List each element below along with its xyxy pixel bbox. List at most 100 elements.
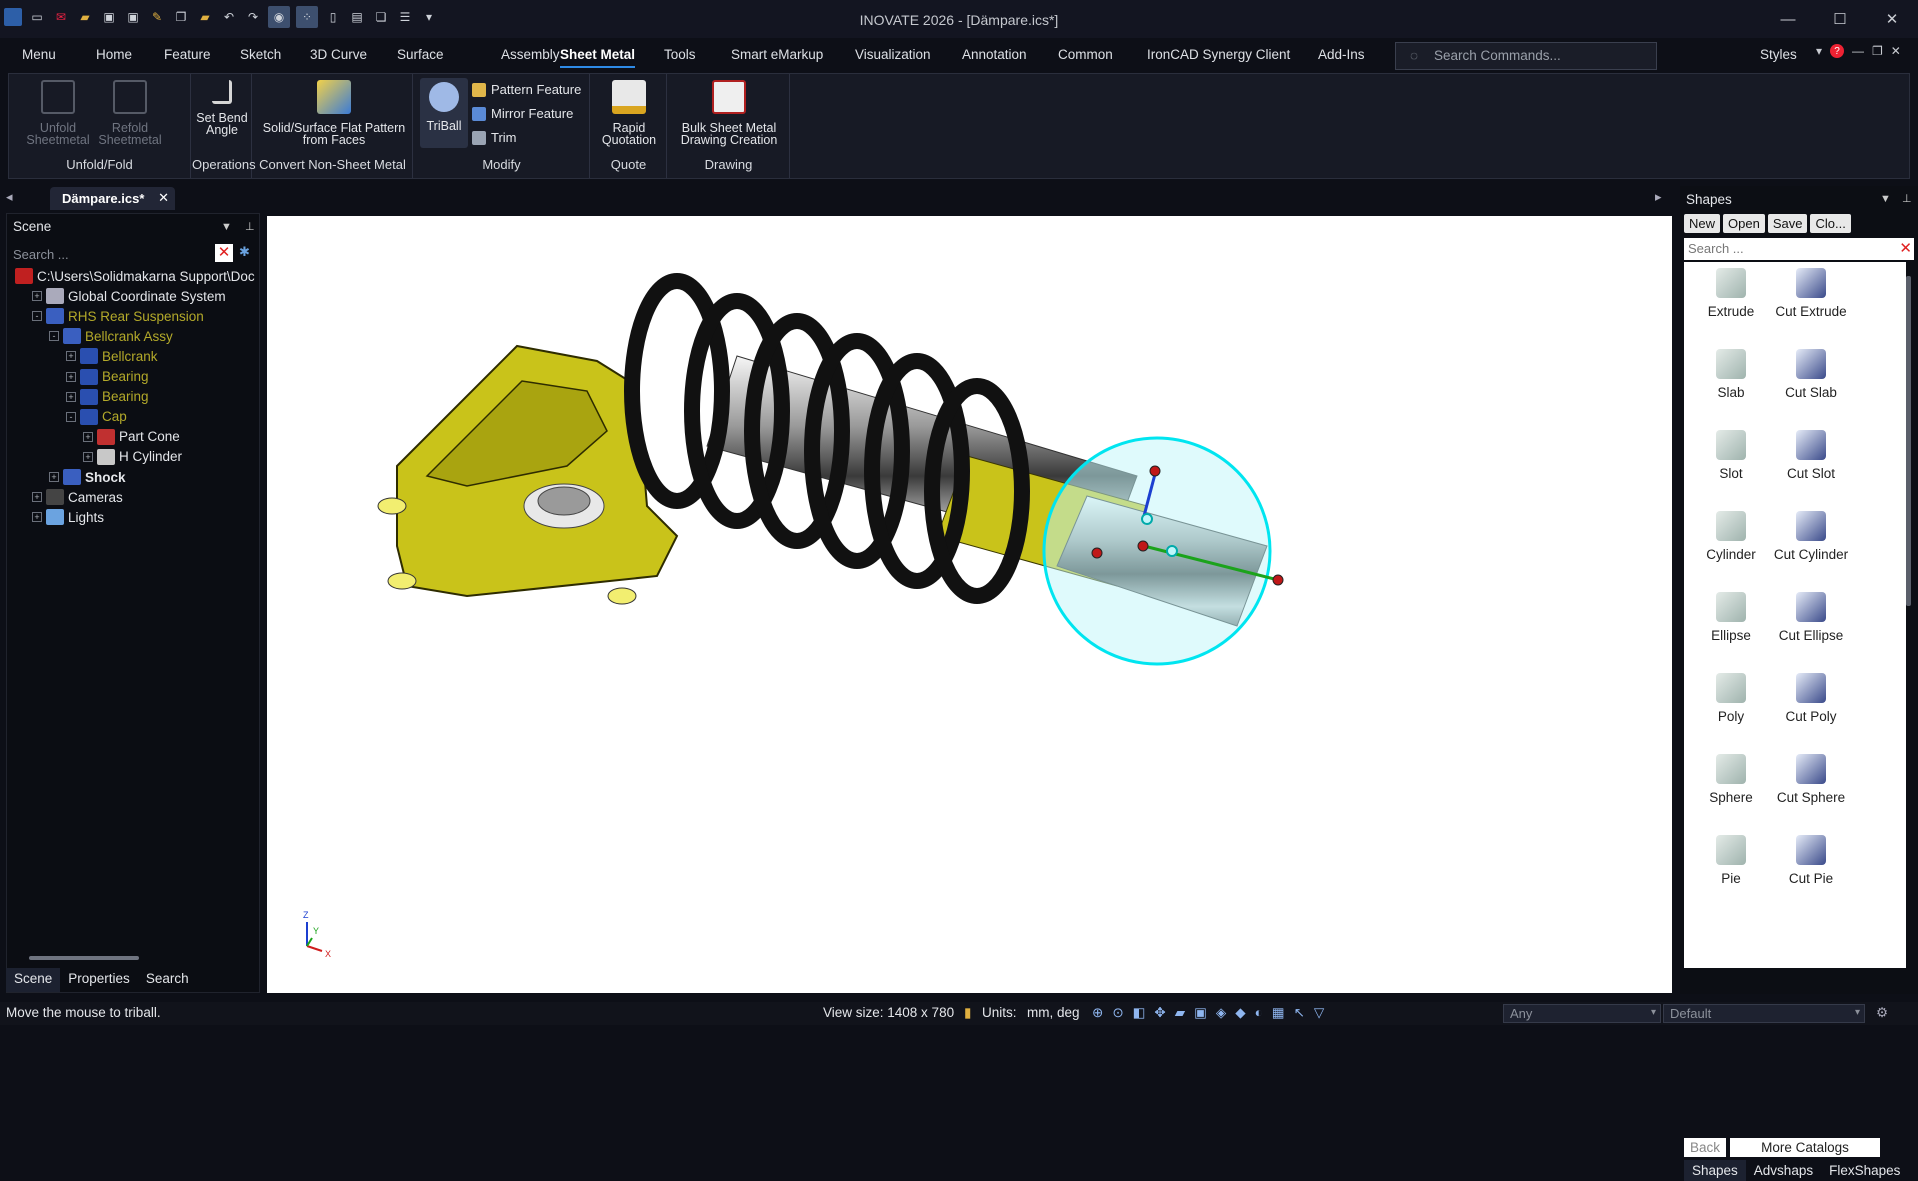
- shapes-search-input[interactable]: Search ... ✕: [1684, 238, 1914, 260]
- undo-icon[interactable]: ↶: [220, 8, 238, 26]
- filter-icon[interactable]: ✱: [239, 244, 250, 260]
- menu-tab-menu[interactable]: Menu: [22, 47, 56, 62]
- collapse-icon[interactable]: -: [49, 331, 59, 342]
- bulk-sheet-metal-drawing-button[interactable]: Bulk Sheet Metal Drawing Creation: [672, 80, 786, 146]
- expand-icon[interactable]: +: [66, 351, 76, 362]
- menu-tab-common[interactable]: Common: [1058, 47, 1113, 62]
- mirror-feature-button[interactable]: Mirror Feature: [472, 106, 573, 121]
- shape-cut-slot[interactable]: Cut Slot: [1766, 430, 1856, 481]
- pan-icon[interactable]: ✥: [1154, 1005, 1165, 1021]
- arrow-select-icon[interactable]: ↖: [1294, 1005, 1305, 1021]
- shape-cut-extrude[interactable]: Cut Extrude: [1766, 268, 1856, 319]
- tree-item[interactable]: - Bellcrank Assy: [49, 326, 173, 346]
- zoom-icon[interactable]: ⊕: [1092, 1005, 1103, 1021]
- status-options-icon[interactable]: ⚙: [1876, 1005, 1888, 1021]
- expand-icon[interactable]: +: [49, 472, 59, 482]
- screen-icon[interactable]: ▤: [348, 8, 366, 26]
- collapse-icon[interactable]: -: [32, 311, 42, 322]
- expand-icon[interactable]: +: [66, 371, 76, 382]
- menu-tab-assembly[interactable]: Assembly: [501, 47, 560, 62]
- scene-search-input[interactable]: Search ...: [13, 244, 233, 266]
- tree-item[interactable]: + Bellcrank: [66, 346, 158, 366]
- catalog-new-button[interactable]: New: [1684, 214, 1721, 233]
- clear-search-icon[interactable]: ✕: [215, 244, 233, 262]
- tree-item[interactable]: + Part Cone: [83, 427, 180, 447]
- app-logo-icon[interactable]: [4, 8, 22, 26]
- expand-icon[interactable]: +: [66, 391, 76, 402]
- catalog-tab-flexshapes[interactable]: FlexShapes: [1821, 1160, 1908, 1181]
- tab-scroll-right-icon[interactable]: ▸: [1655, 189, 1662, 205]
- tree-item[interactable]: - RHS Rear Suspension: [32, 306, 204, 326]
- cube-view-icon[interactable]: ▦: [1272, 1005, 1285, 1021]
- menu-tab-surface[interactable]: Surface: [397, 47, 444, 62]
- unfold-sheetmetal-button[interactable]: Unfold Sheetmetal: [23, 80, 93, 146]
- menu-tab-home[interactable]: Home: [96, 47, 132, 62]
- camera-icon[interactable]: ◐: [1255, 1005, 1263, 1021]
- model-view[interactable]: Z Y X: [267, 216, 1672, 993]
- customize-dropdown-icon[interactable]: ▾: [420, 8, 438, 26]
- copy-icon[interactable]: ❐: [172, 8, 190, 26]
- grid-mode-icon[interactable]: ⁘: [296, 6, 318, 28]
- expand-icon[interactable]: +: [83, 451, 93, 462]
- render-icon[interactable]: ◈: [1216, 1005, 1226, 1021]
- tree-item[interactable]: - Cap: [66, 407, 127, 427]
- expand-icon[interactable]: +: [32, 492, 42, 503]
- minimize-icon[interactable]: —: [1762, 0, 1814, 38]
- menu-tab-tools[interactable]: Tools: [664, 47, 696, 62]
- styles-dropdown-icon[interactable]: ▾: [1816, 44, 1822, 58]
- shapes-menu-icon[interactable]: ▼: [1880, 193, 1891, 205]
- shade-icon[interactable]: ◆: [1235, 1005, 1245, 1021]
- shape-slab[interactable]: Slab: [1686, 349, 1776, 400]
- triball-button[interactable]: TriBall: [420, 78, 468, 148]
- part-icon[interactable]: ▯: [324, 8, 342, 26]
- menu-tab-visualization[interactable]: Visualization: [855, 47, 931, 62]
- pin-icon[interactable]: ⊥: [245, 220, 255, 233]
- units-value[interactable]: mm, deg: [1027, 1005, 1080, 1020]
- redo-icon[interactable]: ↷: [244, 8, 262, 26]
- solid-surface-flat-pattern-button[interactable]: Solid/Surface Flat Pattern from Faces: [261, 80, 407, 146]
- document-tab[interactable]: Dämpare.ics* ✕: [50, 187, 175, 210]
- new-file-icon[interactable]: ▭: [28, 8, 46, 26]
- expand-icon[interactable]: +: [83, 431, 93, 442]
- catalog-open-button[interactable]: Open: [1723, 214, 1765, 233]
- collapse-icon[interactable]: -: [66, 411, 76, 422]
- catalog-save-button[interactable]: Save: [1767, 214, 1808, 233]
- shape-slot[interactable]: Slot: [1686, 430, 1776, 481]
- clear-shapes-search-icon[interactable]: ✕: [1899, 239, 1912, 257]
- refold-sheetmetal-button[interactable]: Refold Sheetmetal: [95, 80, 165, 146]
- styles-menu[interactable]: Styles: [1760, 47, 1797, 62]
- shape-pie[interactable]: Pie: [1686, 835, 1776, 886]
- paint-icon[interactable]: ✎: [148, 8, 166, 26]
- window-icon[interactable]: ❏: [372, 8, 390, 26]
- menu-tab-smart-emarkup[interactable]: Smart eMarkup: [731, 47, 823, 62]
- menu-tab-add-ins[interactable]: Add-Ins: [1318, 47, 1365, 62]
- open-folder-icon[interactable]: ▰: [76, 8, 94, 26]
- expand-icon[interactable]: +: [32, 512, 42, 523]
- rapid-quotation-button[interactable]: Rapid Quotation: [595, 80, 663, 146]
- tree-item[interactable]: + Shock: [49, 467, 126, 487]
- shape-ellipse[interactable]: Ellipse: [1686, 592, 1776, 643]
- zoom-window-icon[interactable]: ⊙: [1112, 1005, 1123, 1021]
- shape-poly[interactable]: Poly: [1686, 673, 1776, 724]
- command-search-input[interactable]: ◌ Search Commands...: [1395, 42, 1657, 70]
- shape-cut-poly[interactable]: Cut Poly: [1766, 673, 1856, 724]
- more-catalogs-button[interactable]: More Catalogs: [1730, 1138, 1881, 1157]
- list-icon[interactable]: ☰: [396, 8, 414, 26]
- catalog-clo-button[interactable]: Clo...: [1810, 214, 1851, 233]
- menu-tab-ironcad-synergy-client[interactable]: IronCAD Synergy Client: [1147, 47, 1290, 62]
- tree-item[interactable]: + Bearing: [66, 367, 149, 387]
- catalog-tab-shapes[interactable]: Shapes: [1684, 1160, 1746, 1181]
- tree-item[interactable]: C:\Users\Solidmakarna Support\Doc: [15, 266, 255, 286]
- horizontal-scrollbar[interactable]: [29, 956, 139, 960]
- shape-cylinder[interactable]: Cylinder: [1686, 511, 1776, 562]
- ribbon-restore-icon[interactable]: ❐: [1872, 44, 1883, 58]
- shape-extrude[interactable]: Extrude: [1686, 268, 1776, 319]
- shape-cut-ellipse[interactable]: Cut Ellipse: [1766, 592, 1856, 643]
- folder-icon[interactable]: ▰: [196, 8, 214, 26]
- part-select-icon[interactable]: ▰: [1175, 1005, 1185, 1021]
- view-icon[interactable]: ◧: [1133, 1005, 1146, 1021]
- scene-tab-scene[interactable]: Scene: [6, 968, 61, 992]
- catalog-tab-advshaps[interactable]: Advshaps: [1746, 1160, 1821, 1181]
- shape-sphere[interactable]: Sphere: [1686, 754, 1776, 805]
- panel-menu-icon[interactable]: ▼: [221, 221, 232, 233]
